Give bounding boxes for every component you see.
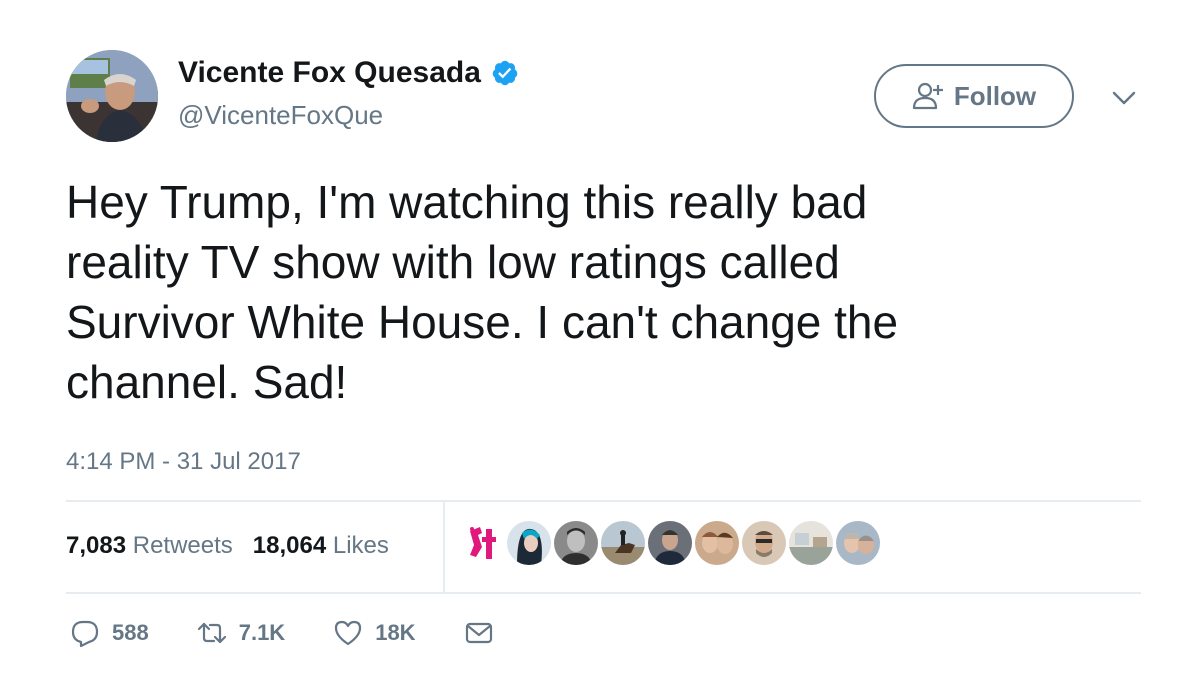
divider-top	[66, 500, 1141, 502]
likes-stat-label: Likes	[332, 532, 389, 559]
likes-stat-count: 18,064	[252, 532, 327, 559]
follow-button-label: Follow	[953, 80, 1037, 111]
author-display-name[interactable]: Vicente Fox Quesada	[178, 56, 481, 90]
like-count: 18K	[375, 620, 416, 645]
tweet-action-bar: 588 7.1K 18K	[70, 618, 542, 648]
reply-icon	[71, 620, 99, 648]
retweet-button[interactable]: 7.1K	[197, 618, 285, 648]
follow-button[interactable]: Follow	[874, 64, 1074, 128]
envelope-icon	[465, 622, 492, 644]
reply-button[interactable]: 588	[70, 618, 149, 648]
liker-avatar-9[interactable]	[836, 521, 880, 565]
reply-count: 588	[112, 620, 149, 645]
liker-avatar-2[interactable]	[507, 521, 551, 565]
chevron-down-icon[interactable]	[1110, 84, 1138, 112]
verified-badge-icon	[492, 60, 518, 86]
author-display-name-row[interactable]: Vicente Fox Quesada	[178, 56, 519, 90]
liker-avatar-5[interactable]	[648, 521, 692, 565]
retweet-icon	[197, 622, 226, 644]
retweets-stat-count: 7,083	[66, 532, 127, 559]
retweets-stat-label: Retweets	[132, 532, 233, 559]
divider-bottom	[66, 592, 1141, 594]
direct-message-button[interactable]	[464, 618, 494, 648]
liker-avatar-1[interactable]	[460, 521, 504, 565]
liker-avatar-8[interactable]	[789, 521, 833, 565]
liker-avatar-3[interactable]	[554, 521, 598, 565]
liker-avatars	[460, 521, 880, 565]
heart-icon	[335, 620, 362, 646]
liker-avatar-4[interactable]	[601, 521, 645, 565]
stats-vertical-divider	[443, 500, 445, 592]
like-button[interactable]: 18K	[333, 618, 416, 648]
likes-stat[interactable]: 18,064 Likes	[253, 532, 389, 560]
avatar-portrait-icon	[66, 50, 158, 142]
tweet-timestamp[interactable]: 4:14 PM - 31 Jul 2017	[66, 448, 301, 476]
follow-user-plus-icon	[912, 82, 943, 110]
liker-avatar-7[interactable]	[742, 521, 786, 565]
author-handle[interactable]: @VicenteFoxQue	[178, 100, 383, 131]
retweet-count: 7.1K	[238, 620, 286, 645]
liker-avatar-6[interactable]	[695, 521, 739, 565]
retweets-stat[interactable]: 7,083 Retweets	[66, 532, 233, 560]
author-avatar[interactable]	[66, 50, 158, 142]
tweet-stats: 7,083 Retweets 18,064 Likes	[66, 532, 389, 560]
tweet-text: Hey Trump, I'm watching this really bad …	[66, 176, 899, 408]
